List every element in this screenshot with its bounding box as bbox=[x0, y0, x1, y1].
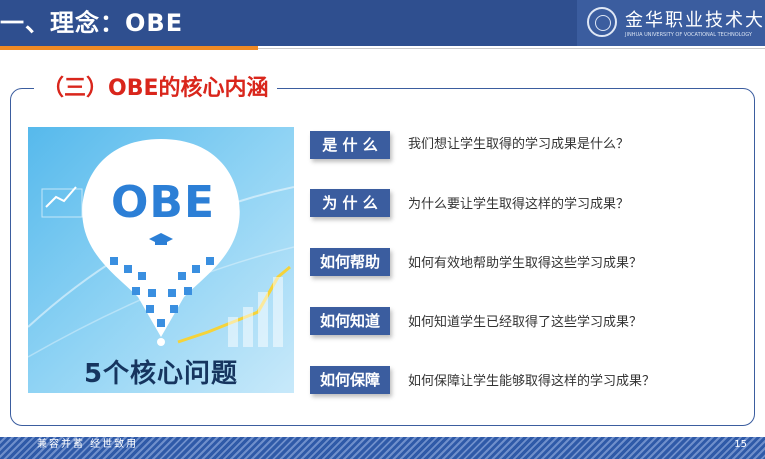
question-label-what: 是 什 么 bbox=[310, 131, 390, 159]
footer-bar: 兼容并蓄 经世致用 15 bbox=[0, 437, 765, 459]
question-text-how-help: 如何有效地帮助学生取得这些学习成果？ bbox=[408, 256, 643, 271]
school-seal-icon bbox=[587, 7, 617, 37]
footer-motto: 兼容并蓄 经世致用 bbox=[37, 439, 139, 450]
question-text-what: 我们想让学生取得的学习成果是什么？ bbox=[408, 137, 630, 152]
question-text-how-know: 如何知道学生已经取得了这些学习成果？ bbox=[408, 315, 643, 330]
header-bar: 一、理念：OBE 金华职业技术大学 JINHUA UNIVERSITY OF V… bbox=[0, 0, 765, 46]
question-text-why: 为什么要让学生取得这样的学习成果？ bbox=[408, 197, 630, 212]
header-divider bbox=[258, 48, 765, 49]
header-accent-line bbox=[0, 46, 258, 50]
question-label-how-know: 如何知道 bbox=[310, 307, 390, 335]
question-text-how-ensure: 如何保障让学生能够取得这样的学习成果？ bbox=[408, 374, 656, 389]
section-subtitle: （三）OBE的核心内涵 bbox=[34, 72, 277, 106]
illustration-caption: 5个核心问题 bbox=[83, 359, 239, 389]
school-name-en: JINHUA UNIVERSITY OF VOCATIONAL TECHNOLO… bbox=[625, 32, 752, 38]
school-logo: 金华职业技术大学 JINHUA UNIVERSITY OF VOCATIONAL… bbox=[577, 0, 765, 46]
question-label-how-help: 如何帮助 bbox=[310, 248, 390, 276]
question-label-why: 为 什 么 bbox=[310, 189, 390, 217]
page-title: 一、理念：OBE bbox=[0, 9, 184, 37]
obe-illustration: OBE 5个核心问题 bbox=[28, 127, 294, 393]
obe-word: OBE bbox=[111, 177, 215, 228]
question-label-how-ensure: 如何保障 bbox=[310, 366, 390, 394]
school-name-cn: 金华职业技术大学 bbox=[625, 10, 765, 31]
page-number: 15 bbox=[734, 439, 747, 450]
